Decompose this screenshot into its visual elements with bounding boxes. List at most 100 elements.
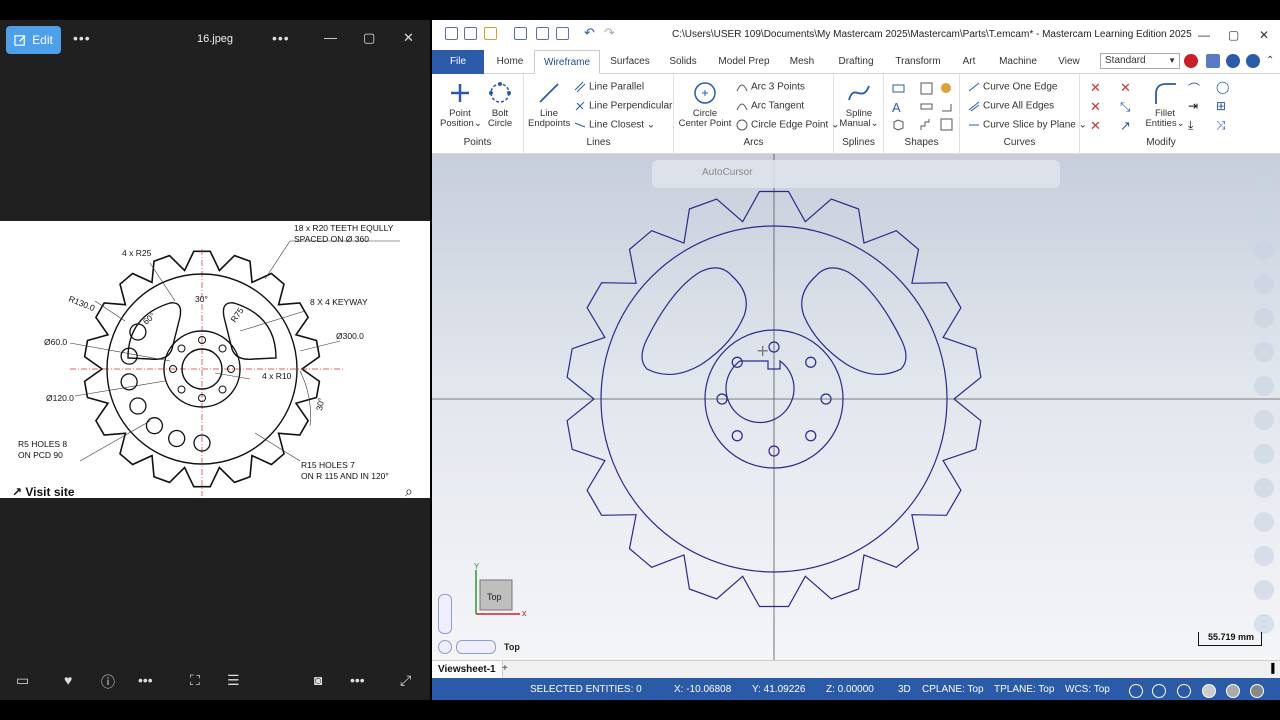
- keyway-bore[interactable]: [725, 359, 795, 424]
- filmstrip-icon[interactable]: ▭: [16, 672, 29, 689]
- tab-drafting[interactable]: Drafting: [830, 50, 882, 74]
- levels-icon[interactable]: [1254, 546, 1274, 566]
- text-scan-icon[interactable]: ☰: [227, 672, 240, 689]
- tab-view[interactable]: View: [1052, 50, 1086, 74]
- stair-icon[interactable]: [920, 118, 933, 131]
- configuration-select[interactable]: Standard ▼: [1100, 53, 1180, 69]
- rotate-reset-icon[interactable]: [438, 640, 452, 654]
- message-icon[interactable]: [1206, 54, 1220, 68]
- letters-icon[interactable]: A: [892, 100, 905, 115]
- mc-maximize-icon[interactable]: ▢: [1228, 28, 1239, 42]
- line-parallel-button[interactable]: Line Parallel: [574, 81, 644, 93]
- curve-all-edges-button[interactable]: Curve All Edges: [968, 100, 1054, 112]
- break-icon[interactable]: ✕: [1120, 80, 1133, 95]
- curve-one-edge-button[interactable]: Curve One Edge: [968, 81, 1058, 93]
- crop-icon[interactable]: ⛶: [190, 672, 200, 689]
- curve-modify-icon[interactable]: ⤨: [1216, 118, 1229, 132]
- hand-icon[interactable]: [940, 82, 953, 95]
- fullscreen-icon[interactable]: ⤢: [400, 672, 411, 689]
- edit-button[interactable]: Edit: [6, 26, 61, 54]
- tab-model-prep[interactable]: Model Prep: [714, 50, 774, 74]
- globe-grid-icon[interactable]: [1152, 684, 1166, 698]
- settings-icon[interactable]: [1254, 174, 1274, 194]
- tab-solids[interactable]: Solids: [662, 50, 704, 74]
- info-icon[interactable]: ⓘ: [101, 672, 115, 692]
- spline-manual-button[interactable]: Spline Manual⌄: [838, 80, 880, 129]
- arc-3-points-button[interactable]: Arc 3 Points: [736, 81, 805, 93]
- bounding-box-icon[interactable]: [920, 100, 933, 113]
- add-viewsheet-icon[interactable]: +: [502, 663, 508, 674]
- red-shape-icon[interactable]: [1254, 512, 1274, 532]
- cancel-selection-icon[interactable]: [1254, 206, 1274, 226]
- undo-icon[interactable]: ↶: [584, 25, 595, 41]
- line-closest-button[interactable]: Line Closest ⌄: [574, 119, 655, 131]
- cad-geometry[interactable]: +: [432, 154, 1280, 660]
- rotate-horizontal-icon[interactable]: [456, 640, 496, 654]
- close-icon[interactable]: ✕: [403, 30, 414, 46]
- mode-3d[interactable]: 3D: [898, 684, 911, 695]
- autocursor-toolbar[interactable]: AutoCursor: [652, 160, 1060, 188]
- rectangular-shapes-icon[interactable]: [920, 82, 933, 95]
- circle-center-point-button[interactable]: Circle Center Point: [676, 80, 734, 129]
- cube-icon[interactable]: [1254, 410, 1274, 430]
- globe-icon[interactable]: [1129, 684, 1143, 698]
- join-icon[interactable]: ✕: [1090, 99, 1103, 114]
- info-icon[interactable]: [1226, 54, 1240, 68]
- modify-at-intersection-icon[interactable]: ⊞: [1216, 99, 1229, 113]
- wcs[interactable]: WCS: Top: [1065, 684, 1110, 695]
- new-file-icon[interactable]: [445, 27, 458, 40]
- solid-box-icon[interactable]: [1254, 444, 1274, 464]
- mc-minimize-icon[interactable]: —: [1198, 28, 1210, 42]
- color-layer-icon[interactable]: [1254, 478, 1274, 498]
- open-folder-icon[interactable]: [484, 27, 497, 40]
- view-cube-gnomon[interactable]: Top Y x: [472, 562, 532, 631]
- layers-icon[interactable]: [1254, 614, 1274, 634]
- merge-icon[interactable]: [556, 27, 569, 40]
- tab-machine[interactable]: Machine: [994, 50, 1042, 74]
- print-icon[interactable]: [514, 27, 527, 40]
- offset-icon[interactable]: ◯: [1216, 80, 1229, 94]
- minimize-icon[interactable]: —: [324, 30, 337, 45]
- tab-mesh[interactable]: Mesh: [784, 50, 820, 74]
- point-position-button[interactable]: Point Position⌄: [440, 80, 482, 129]
- sheet-scroll-icon[interactable]: ▐: [1268, 663, 1274, 673]
- help-icon[interactable]: [1246, 54, 1260, 68]
- spline-snap-icon[interactable]: [1254, 274, 1274, 294]
- box-3d-icon[interactable]: [892, 118, 905, 131]
- redo-icon[interactable]: ↷: [604, 25, 615, 41]
- maximize-icon[interactable]: ▢: [363, 30, 375, 46]
- mc-close-icon[interactable]: ✕: [1259, 28, 1269, 42]
- viewsheet-tab[interactable]: Viewsheet-1: [432, 661, 503, 679]
- extend-icon[interactable]: ↗: [1120, 118, 1133, 133]
- dimension-icon[interactable]: [1254, 342, 1274, 362]
- modify-length-icon[interactable]: ⤡: [1120, 99, 1133, 114]
- cplane[interactable]: CPLANE: Top: [922, 684, 984, 695]
- favorite-icon[interactable]: ♥: [64, 672, 72, 688]
- trim-icon[interactable]: ✕: [1090, 80, 1103, 95]
- tab-art[interactable]: Art: [956, 50, 982, 74]
- graphics-viewport[interactable]: + AutoCursor Top Y x Top 55.719 mm: [432, 154, 1280, 660]
- tab-wireframe[interactable]: Wireframe: [534, 50, 600, 74]
- curve-slice-button[interactable]: Curve Slice by Plane ⌄: [968, 119, 1087, 131]
- project-icon[interactable]: ⇥: [1188, 99, 1201, 113]
- visit-site-link[interactable]: ↗ Visit site: [12, 485, 75, 498]
- bottom-more-icon[interactable]: •••: [350, 672, 365, 688]
- tab-home[interactable]: Home: [490, 50, 530, 74]
- translucent-sphere-icon[interactable]: [1226, 684, 1240, 698]
- circle-edge-point-button[interactable]: Circle Edge Point ⌄: [736, 119, 839, 131]
- visual-search-icon[interactable]: ⌕: [405, 483, 413, 498]
- rectangle-icon[interactable]: [892, 82, 905, 95]
- zoom-window-icon[interactable]: [1254, 376, 1274, 396]
- rotate-vertical-icon[interactable]: [438, 594, 452, 634]
- divide-icon[interactable]: ✕: [1090, 118, 1103, 133]
- circle-snap-icon[interactable]: [1254, 240, 1274, 260]
- mastercam-logo-icon[interactable]: [1184, 54, 1198, 68]
- slot-right[interactable]: [801, 267, 907, 375]
- stack-icon[interactable]: [1254, 580, 1274, 600]
- line-endpoints-button[interactable]: Line Endpoints: [528, 80, 570, 129]
- material-sphere-icon[interactable]: [1250, 684, 1264, 698]
- fillet-entities-button[interactable]: Fillet Entities⌄: [1144, 80, 1186, 129]
- line-perpendicular-button[interactable]: Line Perpendicular: [574, 100, 672, 112]
- bolt-circle-button[interactable]: Bolt Circle: [482, 80, 518, 129]
- arc-tangent-button[interactable]: Arc Tangent: [736, 100, 804, 112]
